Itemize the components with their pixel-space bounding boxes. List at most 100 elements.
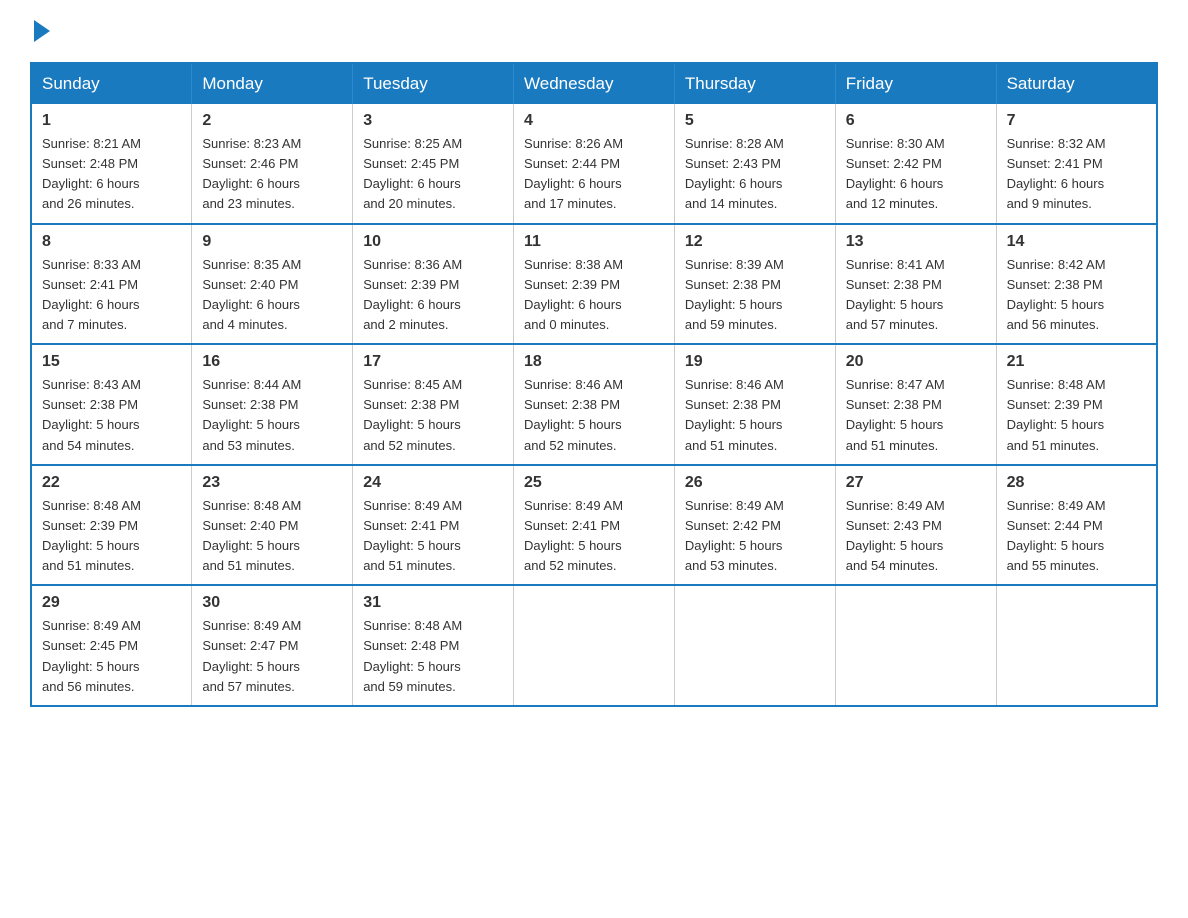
weekday-header-monday: Monday <box>192 63 353 104</box>
calendar-day-cell: 29 Sunrise: 8:49 AM Sunset: 2:45 PM Dayli… <box>31 585 192 706</box>
calendar-day-cell: 2 Sunrise: 8:23 AM Sunset: 2:46 PM Daylig… <box>192 104 353 224</box>
day-info: Sunrise: 8:30 AM Sunset: 2:42 PM Dayligh… <box>846 134 986 215</box>
day-info: Sunrise: 8:26 AM Sunset: 2:44 PM Dayligh… <box>524 134 664 215</box>
calendar-day-cell: 6Sunrise: 8:30 AM Sunset: 2:42 PM Daylig… <box>835 104 996 224</box>
calendar-day-cell: 21 Sunrise: 8:48 AM Sunset: 2:39 PM Dayli… <box>996 344 1157 465</box>
day-info: Sunrise: 8:47 AM Sunset: 2:38 PM Dayligh… <box>846 375 986 456</box>
calendar-day-cell: 24 Sunrise: 8:49 AM Sunset: 2:41 PM Dayli… <box>353 465 514 586</box>
day-number: 4 <box>524 112 664 130</box>
weekday-header-wednesday: Wednesday <box>514 63 675 104</box>
day-number: 9 <box>202 233 342 251</box>
day-info: Sunrise: 8:49 AM Sunset: 2:47 PM Dayligh… <box>202 616 342 697</box>
day-info: Sunrise: 8:21 AM Sunset: 2:48 PM Dayligh… <box>42 134 181 215</box>
day-number: 29 <box>42 594 181 612</box>
day-number: 7 <box>1007 112 1146 130</box>
logo-triangle-icon <box>34 20 50 42</box>
day-info: Sunrise: 8:48 AM Sunset: 2:48 PM Dayligh… <box>363 616 503 697</box>
day-info: Sunrise: 8:49 AM Sunset: 2:45 PM Dayligh… <box>42 616 181 697</box>
day-info: Sunrise: 8:38 AM Sunset: 2:39 PM Dayligh… <box>524 255 664 336</box>
day-info: Sunrise: 8:46 AM Sunset: 2:38 PM Dayligh… <box>685 375 825 456</box>
day-number: 31 <box>363 594 503 612</box>
calendar-day-cell: 30 Sunrise: 8:49 AM Sunset: 2:47 PM Dayli… <box>192 585 353 706</box>
day-info: Sunrise: 8:49 AM Sunset: 2:44 PM Dayligh… <box>1007 496 1146 577</box>
day-number: 21 <box>1007 353 1146 371</box>
calendar-day-cell: 27 Sunrise: 8:49 AM Sunset: 2:43 PM Dayli… <box>835 465 996 586</box>
calendar-day-cell: 9 Sunrise: 8:35 AM Sunset: 2:40 PM Daylig… <box>192 224 353 345</box>
weekday-header-sunday: Sunday <box>31 63 192 104</box>
calendar-day-cell: 22 Sunrise: 8:48 AM Sunset: 2:39 PM Dayli… <box>31 465 192 586</box>
calendar-table: SundayMondayTuesdayWednesdayThursdayFrid… <box>30 62 1158 707</box>
calendar-empty-cell <box>835 585 996 706</box>
calendar-day-cell: 8 Sunrise: 8:33 AM Sunset: 2:41 PM Daylig… <box>31 224 192 345</box>
day-info: Sunrise: 8:48 AM Sunset: 2:39 PM Dayligh… <box>1007 375 1146 456</box>
day-number: 13 <box>846 233 986 251</box>
calendar-day-cell: 13 Sunrise: 8:41 AM Sunset: 2:38 PM Dayli… <box>835 224 996 345</box>
calendar-day-cell: 5Sunrise: 8:28 AM Sunset: 2:43 PM Daylig… <box>674 104 835 224</box>
day-number: 16 <box>202 353 342 371</box>
calendar-empty-cell <box>674 585 835 706</box>
calendar-day-cell: 17Sunrise: 8:45 AM Sunset: 2:38 PM Dayli… <box>353 344 514 465</box>
calendar-day-cell: 31 Sunrise: 8:48 AM Sunset: 2:48 PM Dayli… <box>353 585 514 706</box>
calendar-day-cell: 3Sunrise: 8:25 AM Sunset: 2:45 PM Daylig… <box>353 104 514 224</box>
day-number: 19 <box>685 353 825 371</box>
calendar-day-cell: 26 Sunrise: 8:49 AM Sunset: 2:42 PM Dayli… <box>674 465 835 586</box>
day-info: Sunrise: 8:43 AM Sunset: 2:38 PM Dayligh… <box>42 375 181 456</box>
calendar-day-cell: 1Sunrise: 8:21 AM Sunset: 2:48 PM Daylig… <box>31 104 192 224</box>
calendar-week-row: 15 Sunrise: 8:43 AM Sunset: 2:38 PM Dayli… <box>31 344 1157 465</box>
calendar-day-cell: 12 Sunrise: 8:39 AM Sunset: 2:38 PM Dayli… <box>674 224 835 345</box>
day-number: 25 <box>524 474 664 492</box>
day-info: Sunrise: 8:39 AM Sunset: 2:38 PM Dayligh… <box>685 255 825 336</box>
calendar-day-cell: 11 Sunrise: 8:38 AM Sunset: 2:39 PM Dayli… <box>514 224 675 345</box>
day-number: 11 <box>524 233 664 251</box>
day-number: 14 <box>1007 233 1146 251</box>
day-info: Sunrise: 8:49 AM Sunset: 2:43 PM Dayligh… <box>846 496 986 577</box>
day-number: 18 <box>524 353 664 371</box>
calendar-week-row: 29 Sunrise: 8:49 AM Sunset: 2:45 PM Dayli… <box>31 585 1157 706</box>
day-number: 22 <box>42 474 181 492</box>
calendar-day-cell: 20Sunrise: 8:47 AM Sunset: 2:38 PM Dayli… <box>835 344 996 465</box>
calendar-week-row: 8 Sunrise: 8:33 AM Sunset: 2:41 PM Daylig… <box>31 224 1157 345</box>
calendar-week-row: 22 Sunrise: 8:48 AM Sunset: 2:39 PM Dayli… <box>31 465 1157 586</box>
day-number: 8 <box>42 233 181 251</box>
calendar-day-cell: 10Sunrise: 8:36 AM Sunset: 2:39 PM Dayli… <box>353 224 514 345</box>
day-number: 27 <box>846 474 986 492</box>
calendar-day-cell: 15 Sunrise: 8:43 AM Sunset: 2:38 PM Dayli… <box>31 344 192 465</box>
page-header <box>30 20 1158 42</box>
calendar-day-cell: 4 Sunrise: 8:26 AM Sunset: 2:44 PM Daylig… <box>514 104 675 224</box>
day-info: Sunrise: 8:23 AM Sunset: 2:46 PM Dayligh… <box>202 134 342 215</box>
day-info: Sunrise: 8:48 AM Sunset: 2:40 PM Dayligh… <box>202 496 342 577</box>
day-number: 24 <box>363 474 503 492</box>
day-number: 30 <box>202 594 342 612</box>
calendar-day-cell: 28 Sunrise: 8:49 AM Sunset: 2:44 PM Dayli… <box>996 465 1157 586</box>
calendar-header-row: SundayMondayTuesdayWednesdayThursdayFrid… <box>31 63 1157 104</box>
day-info: Sunrise: 8:35 AM Sunset: 2:40 PM Dayligh… <box>202 255 342 336</box>
day-info: Sunrise: 8:25 AM Sunset: 2:45 PM Dayligh… <box>363 134 503 215</box>
calendar-day-cell: 25 Sunrise: 8:49 AM Sunset: 2:41 PM Dayli… <box>514 465 675 586</box>
day-info: Sunrise: 8:41 AM Sunset: 2:38 PM Dayligh… <box>846 255 986 336</box>
calendar-day-cell: 19 Sunrise: 8:46 AM Sunset: 2:38 PM Dayli… <box>674 344 835 465</box>
day-number: 15 <box>42 353 181 371</box>
day-number: 23 <box>202 474 342 492</box>
calendar-day-cell: 16Sunrise: 8:44 AM Sunset: 2:38 PM Dayli… <box>192 344 353 465</box>
day-info: Sunrise: 8:48 AM Sunset: 2:39 PM Dayligh… <box>42 496 181 577</box>
day-info: Sunrise: 8:49 AM Sunset: 2:41 PM Dayligh… <box>524 496 664 577</box>
day-number: 26 <box>685 474 825 492</box>
day-number: 2 <box>202 112 342 130</box>
calendar-day-cell: 7 Sunrise: 8:32 AM Sunset: 2:41 PM Daylig… <box>996 104 1157 224</box>
day-number: 10 <box>363 233 503 251</box>
weekday-header-thursday: Thursday <box>674 63 835 104</box>
day-number: 17 <box>363 353 503 371</box>
calendar-day-cell: 18Sunrise: 8:46 AM Sunset: 2:38 PM Dayli… <box>514 344 675 465</box>
day-number: 28 <box>1007 474 1146 492</box>
calendar-day-cell: 14Sunrise: 8:42 AM Sunset: 2:38 PM Dayli… <box>996 224 1157 345</box>
weekday-header-saturday: Saturday <box>996 63 1157 104</box>
weekday-header-friday: Friday <box>835 63 996 104</box>
day-info: Sunrise: 8:32 AM Sunset: 2:41 PM Dayligh… <box>1007 134 1146 215</box>
day-number: 12 <box>685 233 825 251</box>
calendar-empty-cell <box>514 585 675 706</box>
day-info: Sunrise: 8:49 AM Sunset: 2:41 PM Dayligh… <box>363 496 503 577</box>
weekday-header-tuesday: Tuesday <box>353 63 514 104</box>
logo <box>30 20 50 42</box>
day-info: Sunrise: 8:33 AM Sunset: 2:41 PM Dayligh… <box>42 255 181 336</box>
day-info: Sunrise: 8:49 AM Sunset: 2:42 PM Dayligh… <box>685 496 825 577</box>
